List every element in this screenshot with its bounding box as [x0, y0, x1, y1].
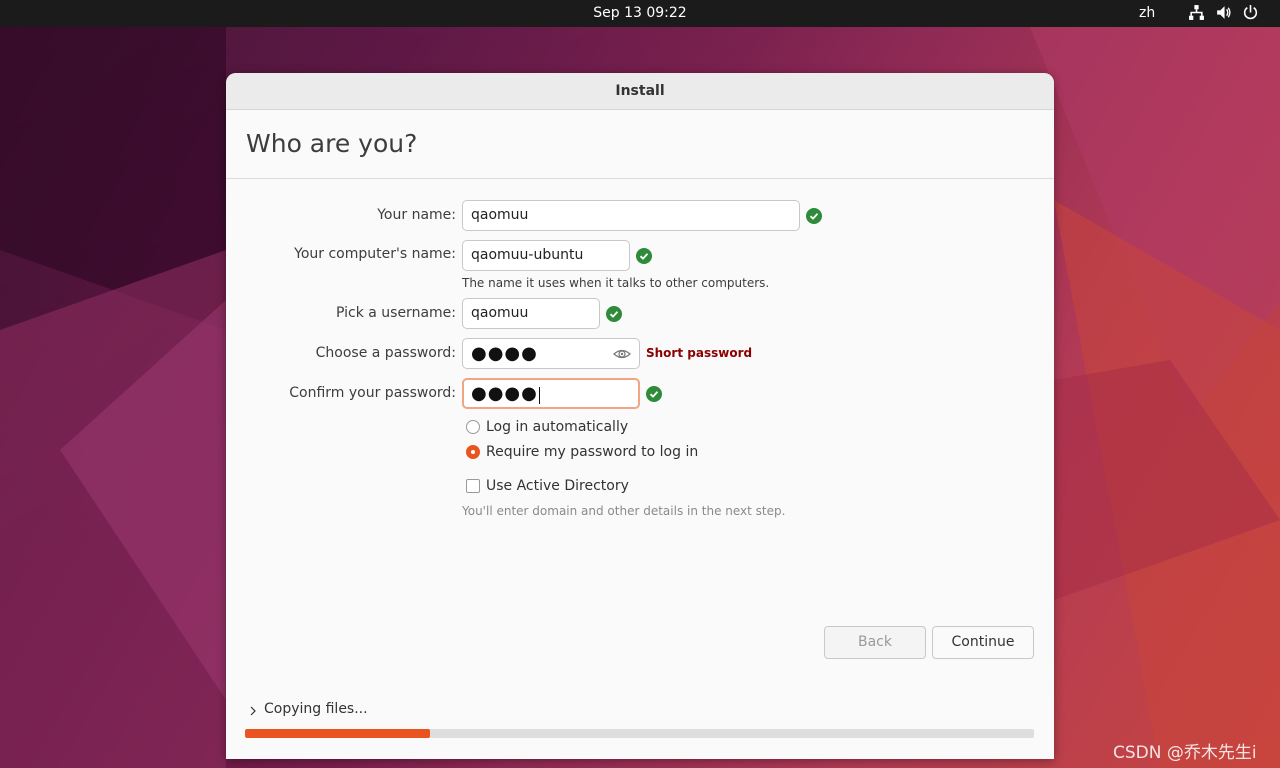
language-indicator[interactable]: zh — [1139, 5, 1155, 21]
active-directory-label: Use Active Directory — [486, 478, 629, 494]
computer-name-field[interactable]: qaomuu-ubuntu — [462, 240, 630, 271]
login-automatically-option[interactable]: Log in automatically — [466, 419, 628, 435]
require-password-option[interactable]: Require my password to log in — [466, 444, 698, 460]
progress-expander[interactable]: Copying files... — [248, 701, 368, 717]
username-label: Pick a username: — [335, 305, 456, 321]
name-label: Your name: — [377, 207, 456, 223]
progress-bar — [245, 729, 1034, 738]
progress-fill — [245, 729, 431, 738]
require-password-label: Require my password to log in — [486, 444, 699, 460]
progress-label: Copying files... — [264, 701, 368, 717]
confirm-password-dots: ●●●● — [471, 383, 538, 404]
back-button[interactable]: Back — [824, 626, 926, 659]
password-field[interactable]: ●●●● — [462, 338, 640, 369]
system-tray[interactable] — [1188, 4, 1259, 21]
window-title: Install — [226, 73, 1054, 110]
power-icon — [1243, 5, 1258, 20]
name-field[interactable]: qaomuu — [462, 200, 800, 231]
active-directory-option[interactable]: Use Active Directory — [466, 478, 629, 494]
installer-window: Install Who are you? Your name: qaomuu Y… — [226, 73, 1054, 759]
checkbox-icon[interactable] — [466, 479, 480, 493]
eye-icon[interactable] — [613, 345, 631, 363]
radio-on-icon[interactable] — [466, 445, 480, 459]
page-title: Who are you? — [246, 129, 418, 158]
clock[interactable]: Sep 13 09:22 — [0, 5, 1280, 21]
password-dots: ●●●● — [471, 343, 538, 364]
watermark: CSDN @乔木先生i — [1113, 743, 1257, 763]
check-circle-icon — [806, 208, 822, 224]
network-icon — [1189, 5, 1204, 20]
check-circle-icon — [646, 386, 662, 402]
divider — [226, 178, 1054, 179]
text-caret — [538, 386, 540, 404]
username-field[interactable]: qaomuu — [462, 298, 600, 329]
confirm-password-field[interactable]: ●●●● — [462, 378, 640, 409]
password-strength-warning: Short password — [646, 346, 753, 360]
computer-name-hint: The name it uses when it talks to other … — [462, 276, 770, 290]
computer-name-label: Your computer's name: — [294, 246, 456, 262]
active-directory-hint: You'll enter domain and other details in… — [462, 504, 786, 518]
continue-button[interactable]: Continue — [932, 626, 1034, 659]
top-bar: Sep 13 09:22 zh — [0, 0, 1280, 27]
radio-off-icon[interactable] — [466, 420, 480, 434]
check-circle-icon — [606, 306, 622, 322]
chevron-right-icon — [250, 706, 256, 716]
confirm-password-label: Confirm your password: — [289, 385, 456, 401]
volume-icon — [1217, 6, 1231, 19]
login-automatically-label: Log in automatically — [486, 419, 629, 435]
check-circle-icon — [636, 248, 652, 264]
password-label: Choose a password: — [315, 345, 456, 361]
